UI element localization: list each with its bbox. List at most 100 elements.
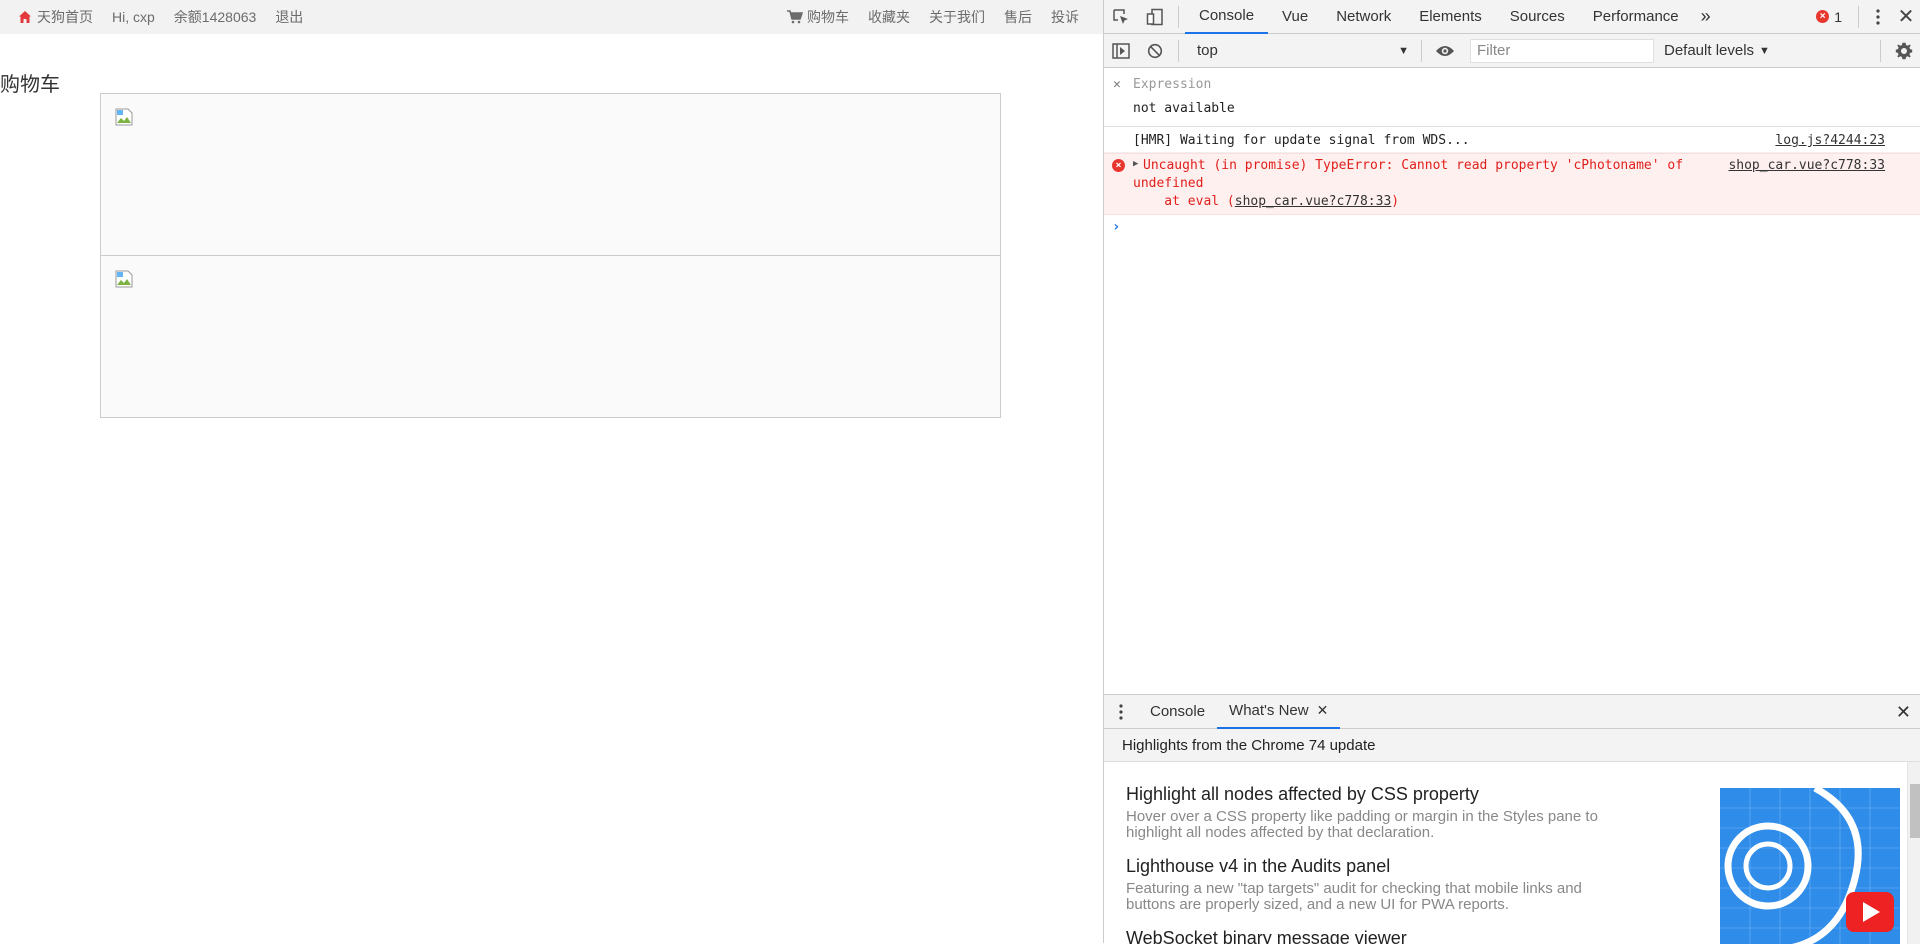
stack-suffix: )	[1391, 194, 1400, 209]
error-icon: ×	[1816, 10, 1830, 23]
broken-image-icon	[115, 108, 133, 126]
expand-triangle-icon[interactable]: ▶	[1133, 159, 1138, 169]
close-icon: ✕	[1897, 6, 1915, 28]
web-page: 天狗首页 Hi, cxp 余额1428063 退出 购物车 收藏夹 关于我们 售…	[0, 0, 1103, 943]
cart-item[interactable]	[100, 255, 1001, 418]
tab-console[interactable]: Console	[1185, 0, 1269, 34]
home-link[interactable]: 天狗首页	[18, 9, 93, 25]
prompt-chevron-icon: ›	[1112, 219, 1121, 235]
error-count: 1	[1834, 8, 1842, 25]
error-stack-line: at eval (shop_car.vue?c778:33)	[1133, 194, 1399, 209]
whats-new-item-desc: highlight all nodes affected by that dec…	[1126, 824, 1435, 841]
devtools-panel: Console Vue Network Elements Sources Per…	[1103, 0, 1920, 944]
user-greeting: Hi, cxp	[112, 9, 155, 25]
sidebar-icon	[1112, 42, 1130, 59]
inspect-icon	[1113, 8, 1128, 24]
log-levels-value: Default levels	[1664, 42, 1755, 59]
error-source-link[interactable]: shop_car.vue?c778:33	[1728, 158, 1885, 173]
whats-new-item-desc: Hover over a CSS property like padding o…	[1126, 808, 1598, 825]
console-output[interactable]: ✕ Expression not available [HMR] Waiting…	[1104, 68, 1920, 694]
page-title: 购物车	[0, 74, 60, 96]
show-sidebar-button[interactable]	[1104, 34, 1138, 68]
block-icon	[1147, 43, 1163, 58]
whats-new-item-title: Lighthouse v4 in the Audits panel	[1126, 856, 1391, 876]
context-value: top	[1197, 42, 1218, 59]
live-expression: ✕ Expression not available	[1104, 68, 1920, 127]
shopping-cart-icon	[787, 10, 803, 24]
clear-console-button[interactable]	[1138, 34, 1172, 68]
video-thumbnail[interactable]	[1720, 788, 1900, 944]
expression-value: not available	[1133, 101, 1235, 116]
drawer-tab-label: What's New	[1229, 702, 1309, 719]
tab-network[interactable]: Network	[1322, 0, 1405, 34]
close-drawer-icon[interactable]: ✕	[1896, 702, 1911, 723]
drawer-menu-button[interactable]	[1104, 695, 1138, 729]
whats-new-item-title: WebSocket binary message viewer	[1126, 928, 1407, 944]
dropdown-arrow-icon: ▼	[1398, 44, 1409, 57]
eye-icon	[1436, 45, 1454, 56]
console-log-row: [HMR] Waiting for update signal from WDS…	[1104, 127, 1920, 153]
error-icon: ×	[1112, 159, 1125, 172]
drawer-tab-whats-new[interactable]: What's New ✕	[1217, 695, 1341, 729]
cart-item[interactable]	[100, 93, 1001, 256]
console-error-row: × ▶ Uncaught (in promise) TypeError: Can…	[1104, 153, 1920, 215]
divider	[1858, 5, 1859, 28]
whats-new-header: Highlights from the Chrome 74 update	[1104, 729, 1920, 762]
devtools-menu-button[interactable]	[1865, 0, 1891, 34]
about-link[interactable]: 关于我们	[929, 9, 985, 25]
inspect-element-button[interactable]	[1104, 0, 1138, 34]
console-toolbar: top ▼ Default levels ▼	[1104, 34, 1920, 68]
cart-list	[100, 93, 1001, 418]
drawer-scrollbar[interactable]	[1907, 762, 1920, 944]
divider	[1880, 39, 1881, 62]
expression-label[interactable]: Expression	[1133, 77, 1211, 92]
favorites-link[interactable]: 收藏夹	[868, 9, 910, 25]
tab-sources[interactable]: Sources	[1496, 0, 1579, 34]
site-top-nav: 天狗首页 Hi, cxp 余额1428063 退出 购物车 收藏夹 关于我们 售…	[0, 0, 1103, 34]
logout-link[interactable]: 退出	[275, 9, 303, 25]
kebab-menu-icon	[1876, 8, 1880, 25]
gear-icon	[1895, 42, 1913, 59]
error-message: Uncaught (in promise) TypeError: Cannot …	[1143, 158, 1684, 173]
error-message-cont: undefined	[1133, 176, 1204, 191]
home-icon	[19, 11, 31, 23]
devtools-drawer: Console What's New ✕ ✕ Highlights from t…	[1104, 694, 1920, 944]
tab-performance[interactable]: Performance	[1579, 0, 1693, 34]
close-devtools-button[interactable]: ✕	[1891, 0, 1920, 34]
home-link-label: 天狗首页	[37, 9, 93, 25]
tab-vue[interactable]: Vue	[1268, 0, 1322, 34]
devtools-tabbar: Console Vue Network Elements Sources Per…	[1104, 0, 1920, 34]
whats-new-item[interactable]: Highlight all nodes affected by CSS prop…	[1126, 784, 1686, 841]
device-icon	[1146, 8, 1163, 25]
log-levels-select[interactable]: Default levels ▼	[1664, 42, 1770, 59]
stack-prefix: at eval (	[1133, 194, 1235, 209]
cart-link[interactable]: 购物车	[787, 9, 849, 25]
console-settings-button[interactable]	[1887, 34, 1920, 68]
kebab-menu-icon	[1119, 703, 1123, 720]
more-tabs-button[interactable]: »	[1693, 0, 1719, 34]
drawer-tab-console[interactable]: Console	[1138, 695, 1217, 729]
log-source-link[interactable]: log.js?4244:23	[1775, 133, 1885, 148]
whats-new-item[interactable]: Lighthouse v4 in the Audits panel Featur…	[1126, 856, 1686, 913]
context-select[interactable]: top ▼	[1191, 39, 1415, 63]
whats-new-item-desc: Featuring a new "tap targets" audit for …	[1126, 880, 1582, 897]
divider	[1421, 39, 1422, 62]
device-toolbar-button[interactable]	[1138, 0, 1172, 34]
cart-link-label: 购物车	[807, 9, 849, 25]
error-count-badge[interactable]: × 1	[1816, 9, 1842, 25]
divider	[1178, 5, 1179, 28]
remove-expression-icon[interactable]: ✕	[1113, 77, 1121, 92]
console-prompt[interactable]: ›	[1104, 215, 1920, 239]
close-tab-icon[interactable]: ✕	[1317, 702, 1329, 719]
drawer-tabbar: Console What's New ✕ ✕	[1104, 695, 1920, 729]
broken-image-icon	[115, 270, 133, 288]
whats-new-content[interactable]: Highlight all nodes affected by CSS prop…	[1104, 762, 1920, 944]
live-expression-button[interactable]	[1428, 34, 1462, 68]
complaint-link[interactable]: 投诉	[1051, 9, 1079, 25]
stack-source-link[interactable]: shop_car.vue?c778:33	[1235, 194, 1392, 209]
after-sales-link[interactable]: 售后	[1004, 9, 1032, 25]
whats-new-item[interactable]: WebSocket binary message viewer	[1126, 928, 1686, 944]
scrollbar-thumb[interactable]	[1910, 784, 1920, 838]
filter-input[interactable]	[1470, 38, 1654, 63]
tab-elements[interactable]: Elements	[1405, 0, 1496, 34]
